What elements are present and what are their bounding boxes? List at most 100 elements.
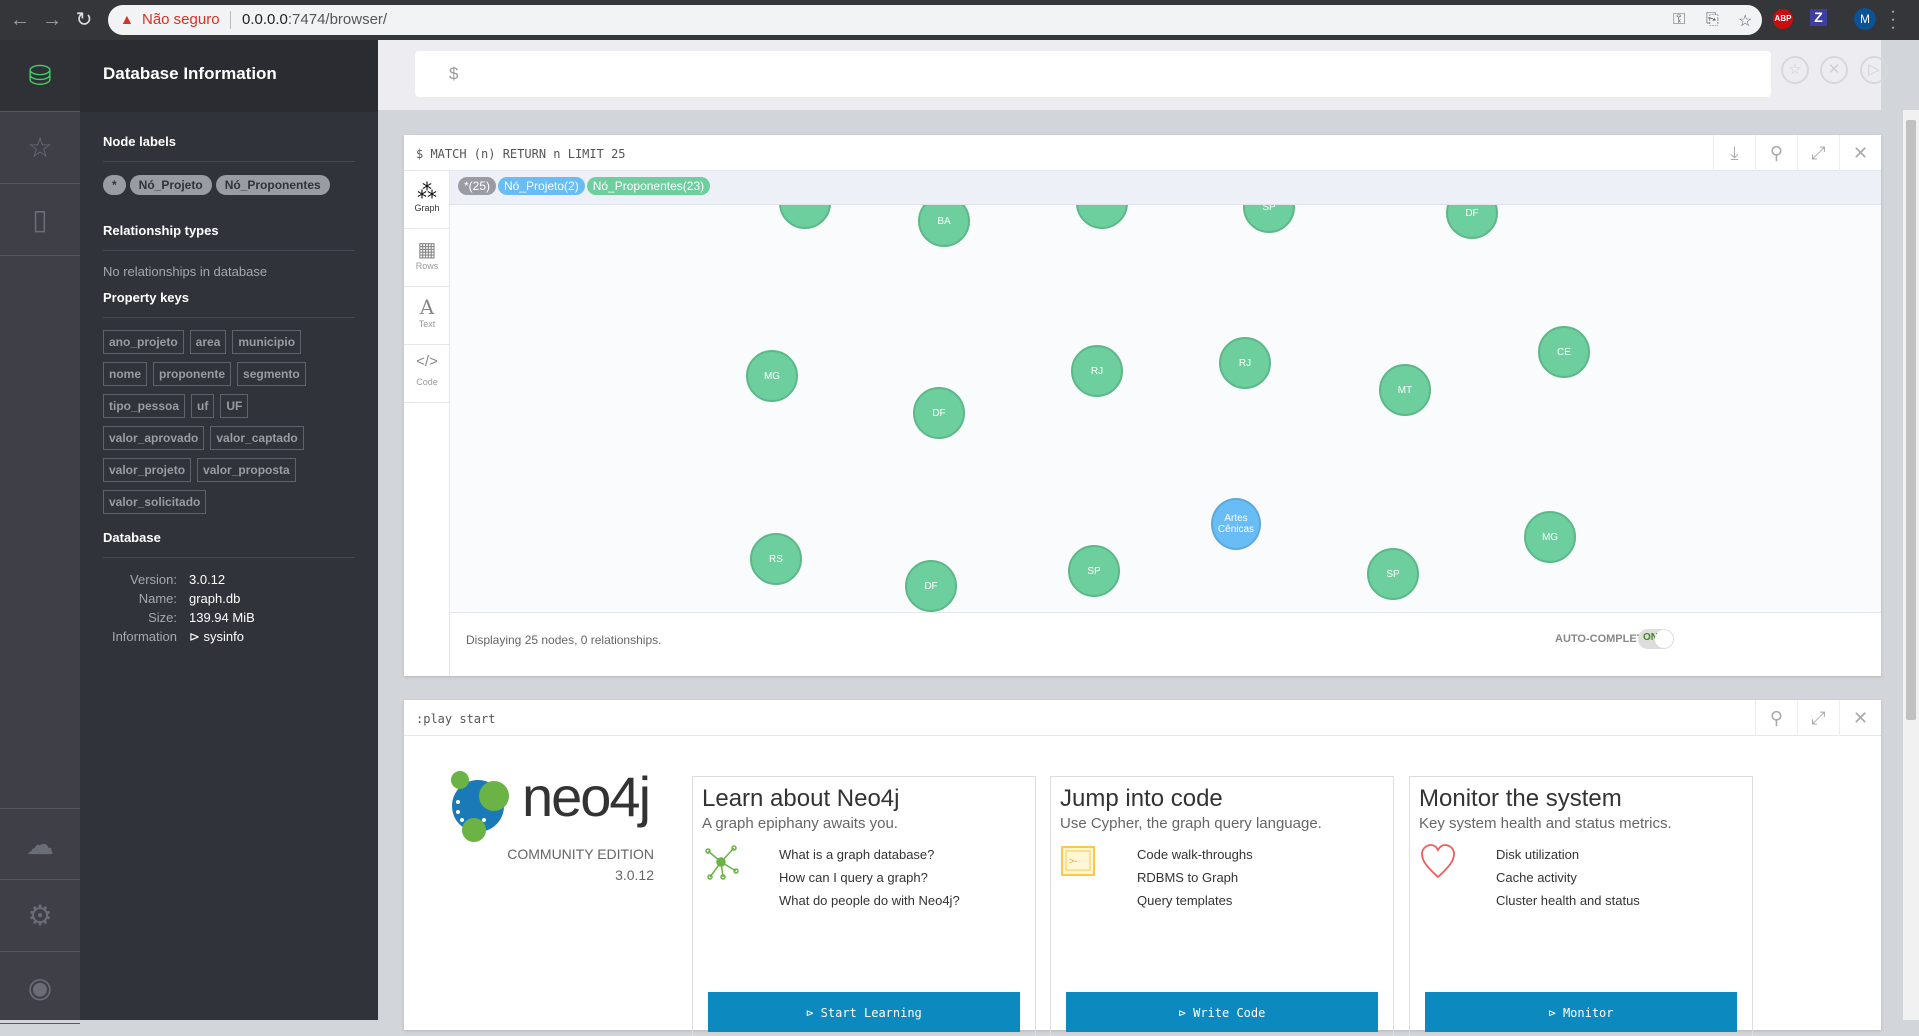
star-icon[interactable]: ☆: [0, 112, 80, 184]
legend-pill[interactable]: Nó_Proponentes(23): [586, 177, 711, 195]
expand-icon[interactable]: ⤢: [1797, 135, 1839, 171]
close-icon[interactable]: ✕: [1839, 700, 1881, 736]
play-card: Learn about Neo4j A graph epiphany awaits…: [692, 776, 1036, 1036]
card-link[interactable]: RDBMS to Graph: [1137, 870, 1253, 893]
card-button[interactable]: ⊳ Monitor: [1425, 992, 1737, 1032]
download-icon[interactable]: ⤓: [1713, 135, 1755, 171]
card-link[interactable]: Cluster health and status: [1496, 893, 1640, 916]
graph-canvas[interactable]: *(25) Nó_Projeto(2) Nó_Proponentes(23) BA S…: [450, 171, 1881, 612]
play-circle-icon: ⊳: [1548, 1006, 1563, 1020]
bookmark-star-icon[interactable]: ☆: [1738, 11, 1752, 31]
node-label-pill[interactable]: Nó_Proponentes: [215, 175, 330, 195]
property-key[interactable]: valor_captado: [210, 426, 304, 450]
property-key[interactable]: ano_projeto: [103, 330, 184, 354]
db-version-row: Version: 3.0.12: [130, 572, 226, 587]
autocomplete-toggle[interactable]: ON: [1638, 629, 1674, 649]
card-link[interactable]: What is a graph database?: [779, 847, 960, 870]
tab-code[interactable]: </> Code: [404, 345, 450, 403]
pin-icon[interactable]: ⚲: [1755, 700, 1797, 736]
kebab-menu-icon[interactable]: · · ·: [1888, 4, 1898, 36]
tab-graph[interactable]: ⁂ Graph: [404, 171, 450, 229]
favorite-star-button[interactable]: ☆: [1781, 56, 1809, 84]
tab-rows[interactable]: ▦ Rows: [404, 229, 450, 287]
profile-avatar[interactable]: M: [1854, 8, 1876, 30]
back-button[interactable]: ←: [8, 8, 32, 32]
z-extension-icon[interactable]: Z: [1810, 9, 1827, 26]
database-icon[interactable]: ⛁: [0, 40, 80, 112]
card-link[interactable]: Disk utilization: [1496, 847, 1640, 870]
editor-bar: $ ☆ ✕ ▷: [378, 40, 1888, 110]
database-info-drawer: Database Information Node labels * Nó_Pro…: [80, 40, 378, 1020]
address-bar[interactable]: ▲ Não seguro 0.0.0.0:7474/browser/ ⚿ ⎘ ☆: [108, 5, 1762, 35]
graph-node[interactable]: SP: [1068, 545, 1120, 597]
translate-icon[interactable]: ⎘: [1706, 11, 1719, 29]
property-key[interactable]: valor_solicitado: [103, 490, 207, 514]
property-key[interactable]: municipio: [232, 330, 302, 354]
card-link[interactable]: What do people do with Neo4j?: [779, 893, 960, 916]
legend-pill[interactable]: Nó_Projeto(2): [498, 177, 585, 195]
card-button[interactable]: ⊳ Write Code: [1066, 992, 1378, 1032]
property-key[interactable]: segmento: [237, 362, 306, 386]
graph-node[interactable]: MG: [746, 350, 798, 402]
sysinfo-link[interactable]: ⊳ sysinfo: [189, 629, 244, 644]
legend-pill[interactable]: *(25): [458, 177, 497, 195]
node-label-pill[interactable]: Nó_Projeto: [129, 175, 212, 195]
graph-node[interactable]: RS: [750, 533, 802, 585]
cloud-icon[interactable]: ☁: [0, 808, 80, 880]
frame-header: :play start ⚲ ⤢ ✕: [404, 700, 1881, 736]
card-link[interactable]: How can I query a graph?: [779, 870, 960, 893]
frame-command[interactable]: :play start: [416, 712, 495, 726]
neo4j-logo-icon: [451, 771, 509, 842]
property-key[interactable]: valor_proposta: [197, 458, 296, 482]
book-icon[interactable]: ▯: [0, 184, 80, 256]
about-icon[interactable]: ◉: [0, 952, 80, 1024]
no-relationships-text: No relationships in database: [103, 264, 268, 279]
reload-button[interactable]: ↻: [72, 8, 96, 32]
gear-icon[interactable]: ⚙: [0, 880, 80, 952]
card-link[interactable]: Query templates: [1137, 893, 1253, 916]
property-key[interactable]: valor_aprovado: [103, 426, 205, 450]
property-key[interactable]: tipo_pessoa: [103, 394, 186, 418]
property-key[interactable]: valor_projeto: [103, 458, 192, 482]
card-link[interactable]: Cache activity: [1496, 870, 1640, 893]
tab-text[interactable]: A Text: [404, 287, 450, 345]
expand-icon[interactable]: ⤢: [1797, 700, 1839, 736]
close-icon[interactable]: ✕: [1839, 135, 1881, 171]
cypher-editor-input[interactable]: $: [415, 51, 1771, 97]
page-scrollbar[interactable]: [1903, 110, 1919, 1020]
node-label-list: * Nó_Projeto Nó_Proponentes: [103, 175, 334, 195]
property-key[interactable]: UF: [220, 394, 249, 418]
graph-node[interactable]: MT: [1379, 364, 1431, 416]
graph-node[interactable]: DF: [905, 560, 957, 612]
graph-node[interactable]: RJ: [1071, 345, 1123, 397]
graph-node[interactable]: Artes Cênicas: [1211, 498, 1261, 550]
clear-editor-button[interactable]: ✕: [1820, 56, 1848, 84]
frame-query[interactable]: $ MATCH (n) RETURN n LIMIT 25: [416, 147, 626, 161]
graph-legend: *(25) Nó_Projeto(2) Nó_Proponentes(23): [450, 171, 1881, 205]
run-query-button[interactable]: ▷: [1860, 56, 1888, 84]
url-text[interactable]: 0.0.0.0:7474/browser/: [242, 11, 387, 28]
property-key[interactable]: nome: [103, 362, 148, 386]
key-icon[interactable]: ⚿: [1673, 11, 1685, 29]
db-info-row: Information ⊳ sysinfo: [111, 629, 244, 644]
play-circle-icon: ⊳: [1178, 1006, 1194, 1020]
graph-node[interactable]: CE: [1538, 326, 1590, 378]
graph-node[interactable]: RJ: [1219, 337, 1271, 389]
card-link[interactable]: Code walk-throughs: [1137, 847, 1253, 870]
property-key[interactable]: uf: [191, 394, 215, 418]
svg-text:>-: >-: [1069, 856, 1077, 866]
card-title: Monitor the system: [1419, 785, 1622, 812]
property-key[interactable]: proponente: [153, 362, 232, 386]
warning-icon: ▲: [120, 11, 134, 27]
pin-icon[interactable]: ⚲: [1755, 135, 1797, 171]
graph-node[interactable]: SP: [1367, 548, 1419, 600]
card-button[interactable]: ⊳ Start Learning: [708, 992, 1020, 1032]
scrollbar-thumb[interactable]: [1906, 120, 1916, 720]
property-key[interactable]: area: [189, 330, 227, 354]
forward-button[interactable]: →: [40, 8, 64, 32]
adblock-extension-icon[interactable]: ABP: [1773, 9, 1793, 29]
graph-node[interactable]: MG: [1524, 511, 1576, 563]
node-label-pill[interactable]: *: [103, 175, 126, 195]
sidebar-rail: ⛁ ☆ ▯ ☁ ⚙ ◉: [0, 40, 80, 1024]
graph-node[interactable]: DF: [913, 387, 965, 439]
